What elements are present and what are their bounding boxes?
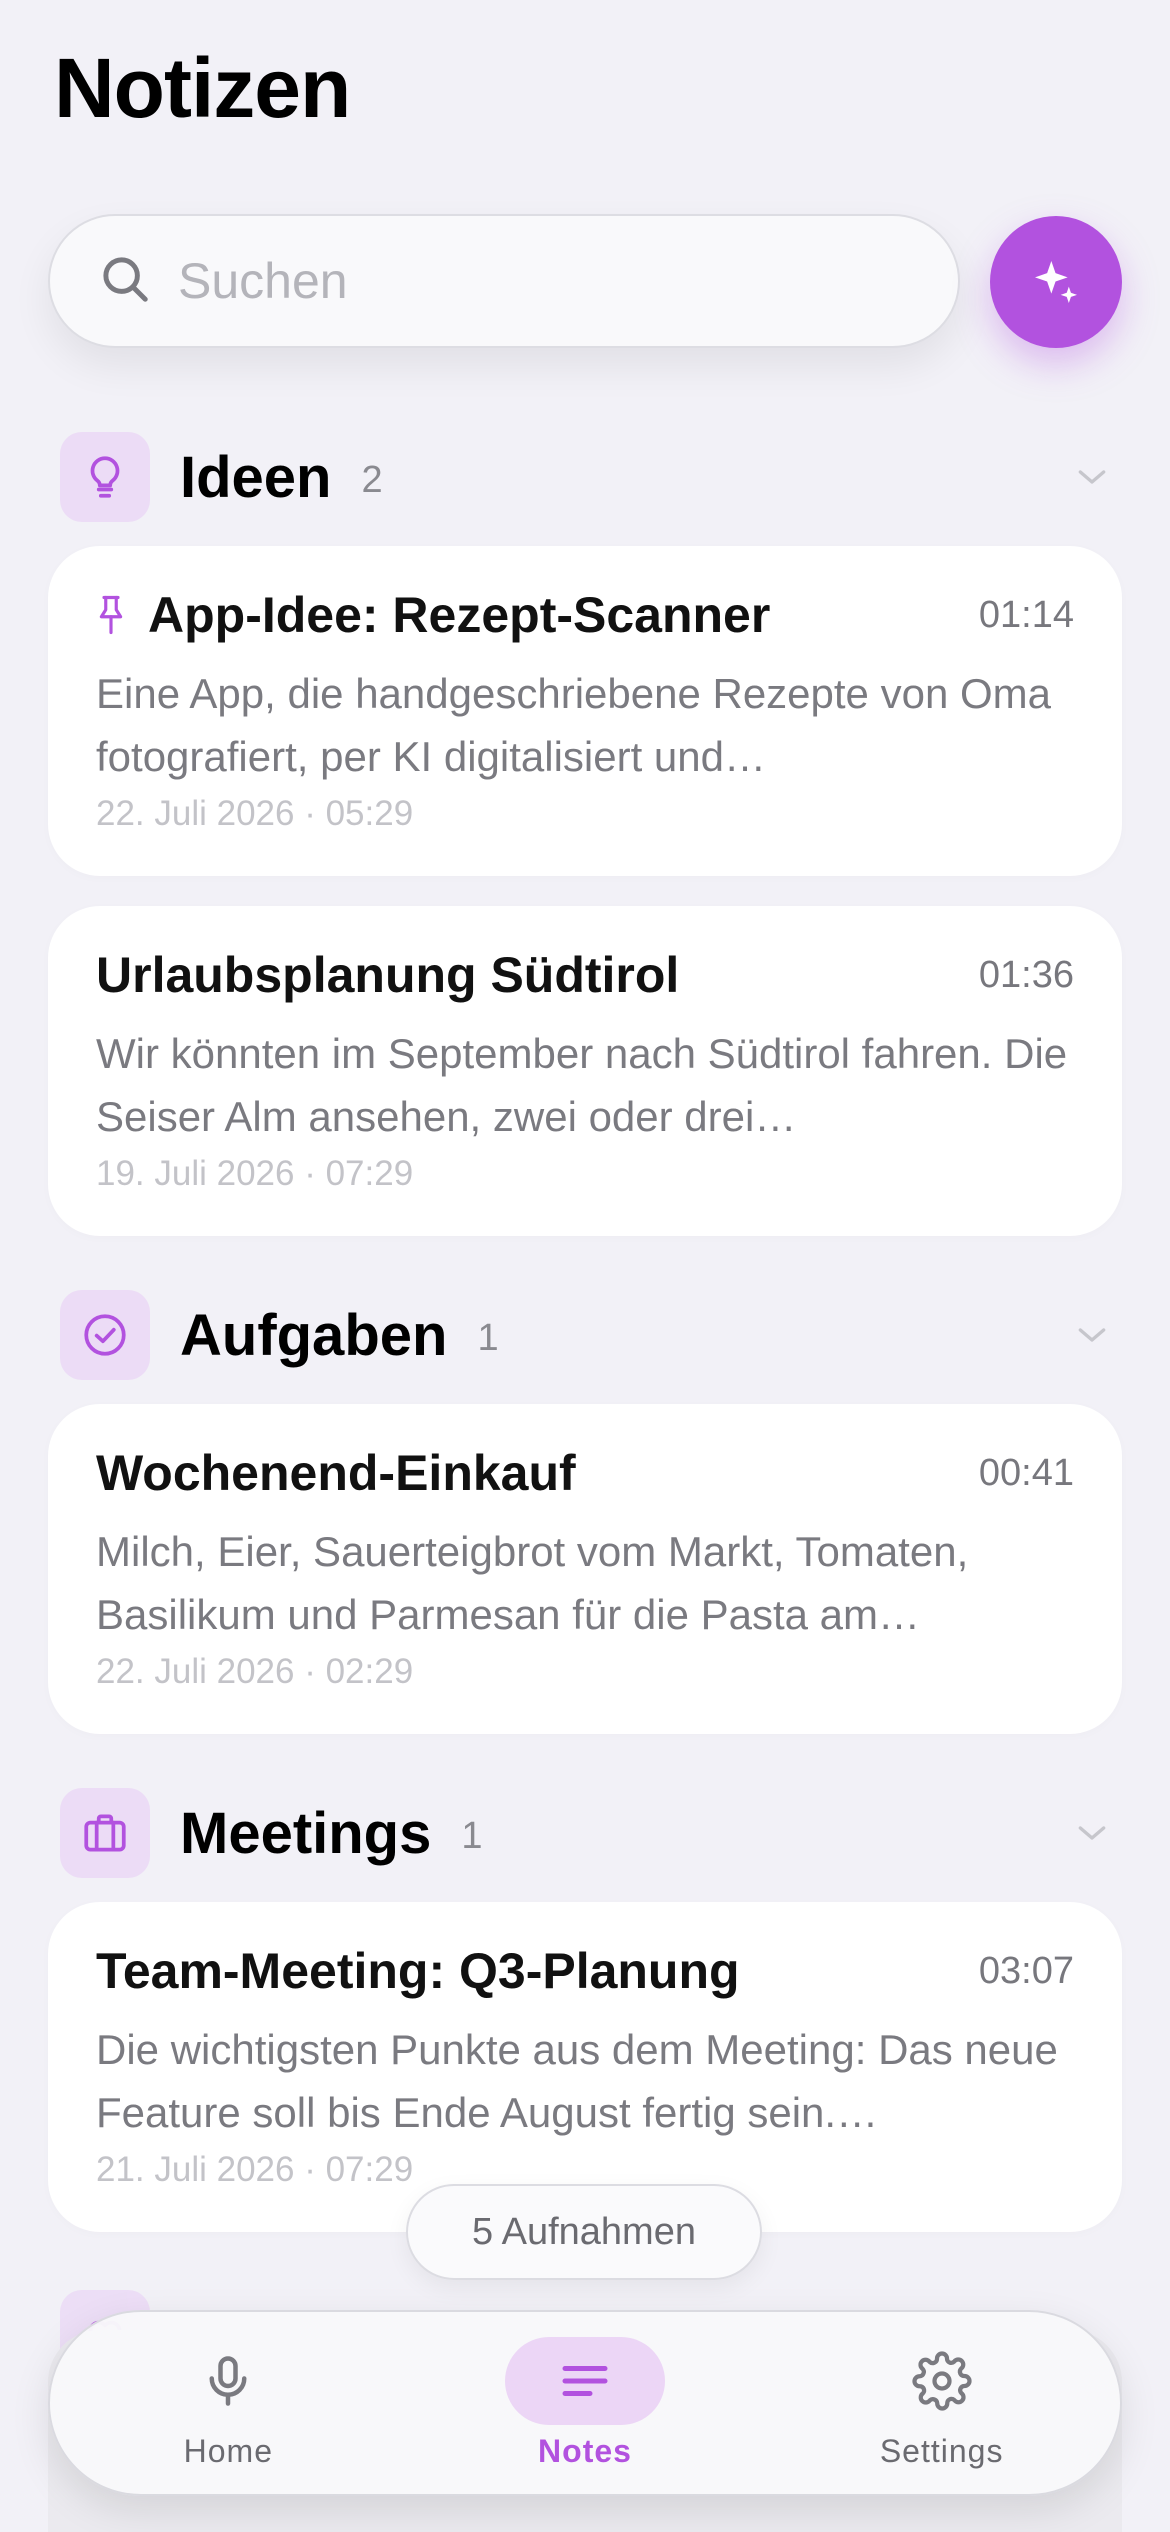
tab-label: Home: [183, 2432, 273, 2469]
note-card[interactable]: Urlaubsplanung Südtirol 01:36 Wir könnte…: [48, 906, 1122, 1236]
lightbulb-icon: [60, 432, 150, 522]
note-title: App-Idee: Rezept-Scanner: [148, 587, 771, 643]
check-circle-icon: [60, 1290, 150, 1380]
note-preview: Milch, Eier, Sauerteigbrot vom Markt, To…: [96, 1528, 969, 1638]
note-preview: Wir könnten im September nach Südtirol f…: [96, 1030, 1068, 1140]
search-input[interactable]: [178, 252, 938, 310]
note-duration: 01:14: [978, 593, 1074, 636]
notes-lines-icon: [562, 2365, 608, 2396]
ai-sparkle-button[interactable]: [990, 216, 1122, 348]
note-title: Urlaubsplanung Südtirol: [96, 947, 680, 1003]
tab-home[interactable]: Home: [108, 2323, 348, 2483]
section-header-aufgaben[interactable]: Aufgaben 1: [60, 1290, 1120, 1380]
note-date: 19. Juli 2026 · 07:29: [96, 1154, 414, 1193]
search-bar[interactable]: [48, 214, 960, 348]
briefcase-icon: [60, 1788, 150, 1878]
microphone-icon: [209, 2355, 247, 2406]
tab-label: Settings: [879, 2432, 1004, 2469]
section-header-meetings[interactable]: Meetings 1: [60, 1788, 1120, 1878]
section-count: 1: [477, 1316, 499, 1359]
note-duration: 00:41: [978, 1451, 1074, 1494]
chevron-down-icon[interactable]: [1072, 1813, 1112, 1853]
recordings-count-pill[interactable]: 5 Aufnahmen: [406, 2184, 762, 2280]
tab-notes[interactable]: Notes: [465, 2323, 705, 2483]
note-duration: 03:07: [978, 1949, 1074, 1992]
note-date: 22. Juli 2026 · 02:29: [96, 1652, 414, 1691]
tab-settings[interactable]: Settings: [822, 2323, 1062, 2483]
note-preview: Eine App, die handgeschriebene Rezepte v…: [96, 670, 1051, 780]
gear-icon: [912, 2350, 972, 2411]
note-title: Team-Meeting: Q3-Planung: [96, 1943, 740, 1999]
section-count: 1: [461, 1814, 483, 1857]
note-card[interactable]: Team-Meeting: Q3-Planung 03:07 Die wicht…: [48, 1902, 1122, 2232]
note-date: 22. Juli 2026 · 05:29: [96, 794, 414, 833]
note-card[interactable]: Wochenend-Einkauf 00:41 Milch, Eier, Sau…: [48, 1404, 1122, 1734]
section-title: Aufgaben: [180, 1302, 448, 1368]
section-count: 2: [361, 458, 383, 501]
section-title: Meetings: [180, 1800, 432, 1866]
note-title: Wochenend-Einkauf: [96, 1445, 576, 1501]
section-title: Ideen: [180, 444, 332, 510]
note-duration: 01:36: [978, 953, 1074, 996]
chevron-down-icon[interactable]: [1072, 1315, 1112, 1355]
tab-label: Notes: [538, 2432, 632, 2469]
page-title: Notizen: [54, 41, 351, 135]
note-card[interactable]: App-Idee: Rezept-Scanner 01:14 Eine App,…: [48, 546, 1122, 876]
section-header-ideen[interactable]: Ideen 2: [60, 432, 1120, 522]
chevron-down-icon[interactable]: [1072, 457, 1112, 497]
tab-bar: Home Notes Settings: [48, 2310, 1122, 2496]
pin-icon: [99, 595, 123, 635]
note-preview: Die wichtigsten Punkte aus dem Meeting: …: [96, 2026, 1058, 2136]
search-icon: [98, 252, 152, 311]
sparkle-icon: [1035, 261, 1077, 303]
